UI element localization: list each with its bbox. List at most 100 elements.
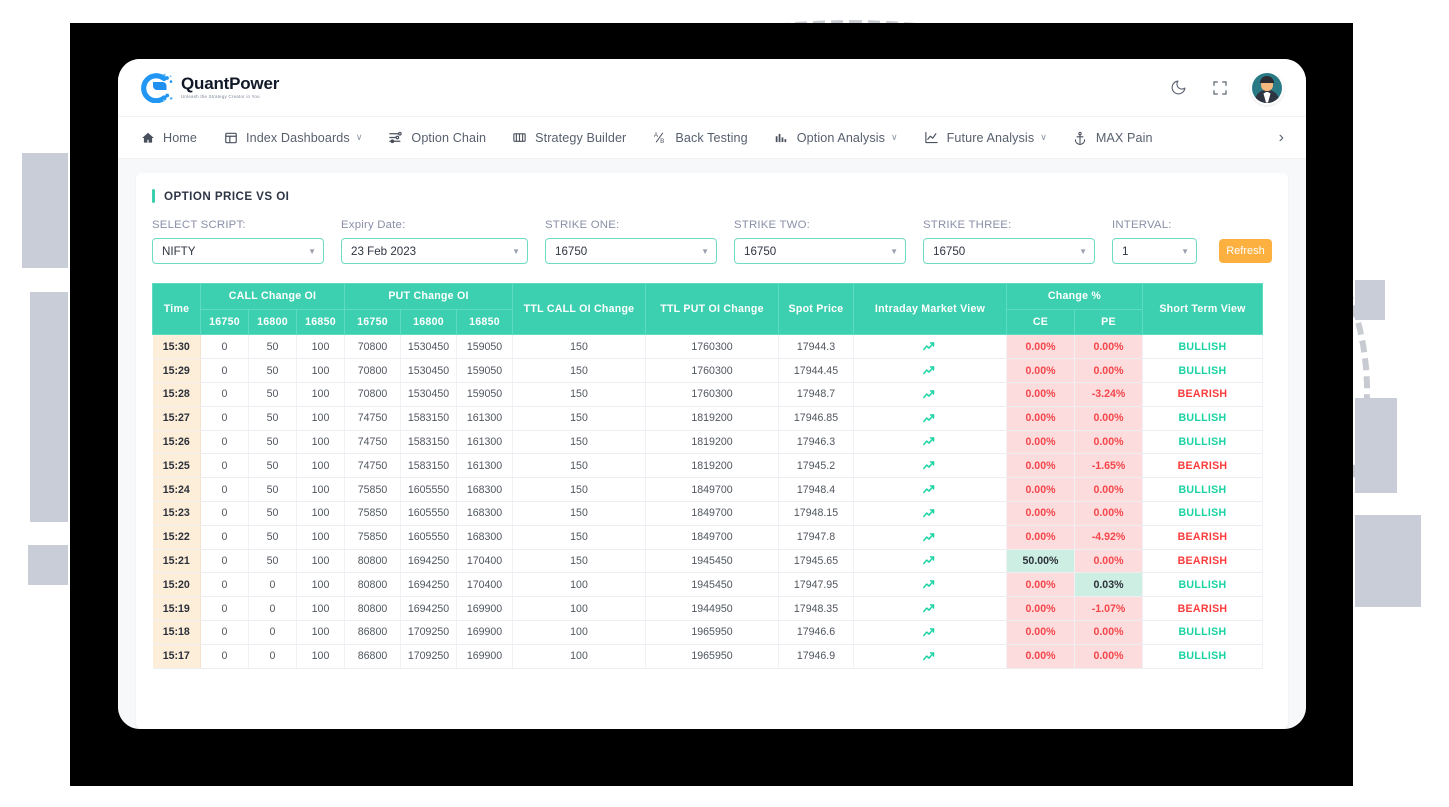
table-row[interactable]: 15:28 0 50 100 70800 1530450 159050 150 1760300 1… [152, 382, 1263, 407]
put-oi-cell: 169900 [456, 644, 513, 669]
change-pe-cell: -4.92% [1074, 525, 1143, 550]
put-oi-cell: 74750 [344, 406, 401, 431]
change-ce-cell: 0.00% [1006, 453, 1075, 479]
nav-item-index-dashboards[interactable]: Index Dashboards ∨ [223, 130, 362, 145]
expiry-date-select[interactable]: 23 Feb 2023 ▼ [341, 238, 528, 264]
change-ce-cell: 0.00% [1006, 430, 1075, 455]
nav-item-max-pain[interactable]: MAX Pain [1073, 130, 1153, 145]
refresh-button[interactable]: Refresh [1219, 239, 1272, 263]
call-oi-cell: 100 [296, 644, 345, 669]
table-row[interactable]: 15:29 0 50 100 70800 1530450 159050 150 1760300 1… [152, 358, 1263, 383]
col-change-ce[interactable]: CE [1006, 308, 1075, 336]
table-row[interactable]: 15:23 0 50 100 75850 1605550 168300 150 1849700 1… [152, 501, 1263, 526]
ttl-call-oi-cell: 100 [512, 596, 646, 621]
table-row[interactable]: 15:30 0 50 100 70800 1530450 159050 150 1760300 1… [152, 334, 1263, 360]
ttl-call-oi-cell: 100 [512, 620, 646, 645]
brand-logo[interactable]: QuantPower Unleash the Strategy Creator … [140, 72, 279, 103]
call-oi-cell: 50 [248, 382, 297, 407]
nav-item-option-analysis[interactable]: Option Analysis ∨ [774, 130, 898, 145]
ttl-put-oi-cell: 1849700 [645, 477, 779, 502]
time-cell: 15:28 [152, 382, 201, 407]
table-row[interactable]: 15:19 0 0 100 80800 1694250 169900 100 1944950 17… [152, 596, 1263, 621]
call-oi-cell: 100 [296, 620, 345, 645]
col-put-16750[interactable]: 16750 [344, 308, 401, 336]
put-oi-cell: 1694250 [400, 572, 457, 598]
intraday-trend-icon [853, 358, 1007, 383]
field-expiry-date: Expiry Date: 23 Feb 2023 ▼ [341, 219, 528, 264]
put-oi-cell: 75850 [344, 477, 401, 502]
ttl-put-oi-cell: 1849700 [645, 501, 779, 526]
col-spot-price[interactable]: Spot Price [778, 282, 854, 336]
chevron-down-icon: ▼ [308, 246, 316, 256]
change-ce-cell: 0.00% [1006, 501, 1075, 526]
col-put-16850[interactable]: 16850 [456, 308, 513, 336]
col-short-term-view[interactable]: Short Term View [1142, 282, 1263, 336]
page-root: QuantPower Unleash the Strategy Creator … [0, 0, 1449, 807]
interval-select[interactable]: 1 ▼ [1112, 238, 1197, 264]
chevron-down-icon: ▼ [701, 246, 709, 256]
put-oi-cell: 170400 [456, 549, 513, 574]
label-select-script: SELECT SCRIPT: [152, 219, 246, 231]
table-row[interactable]: 15:21 0 50 100 80800 1694250 170400 150 1945450 1… [152, 549, 1263, 574]
nav-item-option-chain[interactable]: Option Chain [388, 130, 486, 145]
page-title: OPTION PRICE VS OI [152, 189, 1272, 203]
nav-item-strategy-builder[interactable]: Strategy Builder [512, 130, 626, 145]
nav-item-future-analysis[interactable]: Future Analysis ∨ [924, 130, 1047, 145]
table-row[interactable]: 15:27 0 50 100 74750 1583150 161300 150 1819200 1… [152, 406, 1263, 431]
ttl-call-oi-cell: 100 [512, 572, 646, 598]
decorative-grey-box [22, 153, 68, 268]
col-put-change-oi: PUT Change OI [344, 283, 513, 310]
call-oi-cell: 0 [200, 549, 249, 574]
select-script[interactable]: NIFTY ▼ [152, 238, 324, 264]
time-cell: 15:20 [152, 572, 201, 598]
table-row[interactable]: 15:24 0 50 100 75850 1605550 168300 150 1849700 1… [152, 477, 1263, 502]
time-cell: 15:27 [152, 406, 201, 431]
strike-three-select[interactable]: 16750 ▼ [923, 238, 1095, 264]
call-oi-cell: 50 [248, 453, 297, 479]
change-ce-cell: 50.00% [1006, 549, 1075, 574]
strike-one-select[interactable]: 16750 ▼ [545, 238, 717, 264]
table-row[interactable]: 15:22 0 50 100 75850 1605550 168300 150 1849700 1… [152, 525, 1263, 550]
intraday-trend-icon [853, 572, 1007, 598]
spot-price-cell: 17944.3 [778, 334, 854, 360]
spot-price-cell: 17946.6 [778, 620, 854, 645]
svg-text:A: A [654, 132, 659, 139]
page-content: OPTION PRICE VS OI SELECT SCRIPT: NIFTY … [118, 159, 1306, 729]
table-row[interactable]: 15:18 0 0 100 86800 1709250 169900 100 1965950 17… [152, 620, 1263, 645]
put-oi-cell: 1583150 [400, 453, 457, 479]
strike-two-select[interactable]: 16750 ▼ [734, 238, 906, 264]
col-call-16750[interactable]: 16750 [200, 308, 249, 336]
col-time[interactable]: Time [152, 282, 201, 336]
call-oi-cell: 0 [200, 572, 249, 598]
call-oi-cell: 50 [248, 549, 297, 574]
col-ttl-call-oi-change[interactable]: TTL CALL OI Change [512, 282, 646, 336]
put-oi-cell: 1583150 [400, 430, 457, 455]
put-oi-cell: 159050 [456, 382, 513, 407]
table-row[interactable]: 15:20 0 0 100 80800 1694250 170400 100 1945450 17… [152, 572, 1263, 598]
moon-icon[interactable] [1168, 78, 1188, 98]
short-term-view-cell: BEARISH [1142, 549, 1263, 574]
nav-overflow-chevron-right-icon[interactable]: › [1269, 129, 1284, 147]
spot-price-cell: 17948.7 [778, 382, 854, 407]
nav-item-back-testing[interactable]: AB Back Testing [652, 130, 747, 146]
fullscreen-icon[interactable] [1210, 78, 1230, 98]
col-ttl-put-oi-change[interactable]: TTL PUT OI Change [645, 282, 779, 336]
nav-item-home[interactable]: Home [140, 130, 197, 145]
table-row[interactable]: 15:26 0 50 100 74750 1583150 161300 150 1819200 1… [152, 430, 1263, 455]
spot-price-cell: 17946.3 [778, 430, 854, 455]
call-oi-cell: 100 [296, 453, 345, 479]
col-call-16850[interactable]: 16850 [296, 308, 345, 336]
col-put-16800[interactable]: 16800 [400, 308, 457, 336]
change-pe-cell: -3.24% [1074, 382, 1143, 407]
avatar[interactable] [1252, 72, 1282, 103]
ttl-call-oi-cell: 150 [512, 382, 646, 407]
change-ce-cell: 0.00% [1006, 572, 1075, 598]
time-cell: 15:23 [152, 501, 201, 526]
put-oi-cell: 159050 [456, 334, 513, 360]
ttl-call-oi-cell: 150 [512, 334, 646, 360]
col-intraday-market-view[interactable]: Intraday Market View [853, 282, 1007, 336]
col-call-16800[interactable]: 16800 [248, 308, 297, 336]
table-row[interactable]: 15:17 0 0 100 86800 1709250 169900 100 1965950 17… [152, 644, 1263, 669]
col-change-pe[interactable]: PE [1074, 308, 1143, 336]
table-row[interactable]: 15:25 0 50 100 74750 1583150 161300 150 1819200 1… [152, 453, 1263, 479]
